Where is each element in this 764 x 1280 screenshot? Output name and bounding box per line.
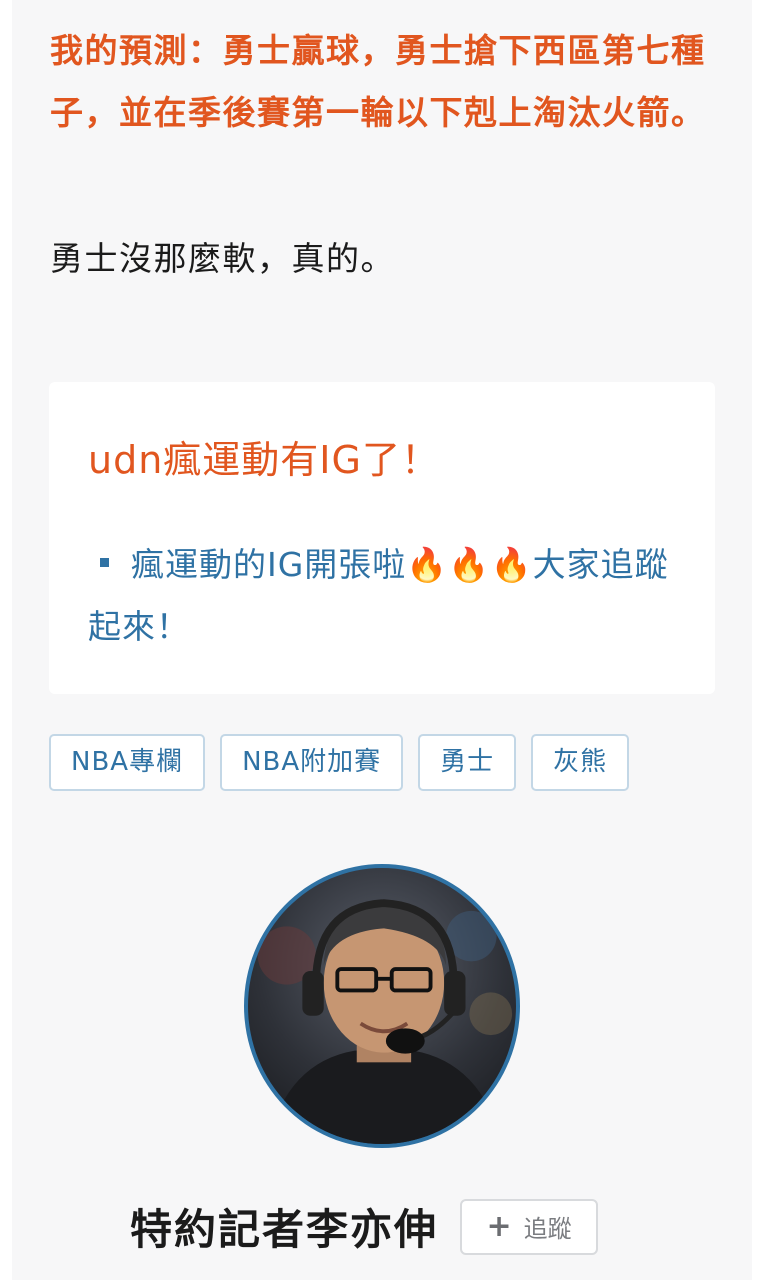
promo-link[interactable]: 瘋運動的IG開張啦🔥🔥🔥大家追蹤起來！ — [88, 534, 688, 658]
tag-nba-play-in[interactable]: NBA附加賽 — [220, 734, 404, 791]
tag-warriors[interactable]: 勇士 — [418, 734, 517, 791]
author-avatar[interactable] — [244, 864, 520, 1148]
plus-icon: + — [486, 1208, 512, 1244]
promo-link-text[interactable]: 瘋運動的IG開張啦🔥🔥🔥大家追蹤起來！ — [88, 545, 669, 646]
instagram-promo-card: udn瘋運動有IG了！ 瘋運動的IG開張啦🔥🔥🔥大家追蹤起來！ — [49, 382, 715, 694]
promo-title: udn瘋運動有IG了！ — [88, 438, 440, 482]
follow-label: 追蹤 — [523, 1215, 572, 1243]
author-row: 特約記者李亦伸 + 追蹤 — [130, 1196, 599, 1257]
avatar-image — [257, 899, 513, 1144]
bullet-icon — [100, 558, 109, 567]
follow-button[interactable]: + 追蹤 — [460, 1198, 599, 1255]
remark-paragraph: 勇士沒那麼軟，真的。 — [50, 239, 395, 278]
tag-nba-column[interactable]: NBA專欄 — [49, 734, 206, 791]
tag-list: NBA專欄 NBA附加賽 勇士 灰熊 — [49, 734, 630, 791]
tag-grizzlies[interactable]: 灰熊 — [531, 734, 630, 791]
prediction-paragraph: 我的預測：勇士贏球，勇士搶下西區第七種子，並在季後賽第一輪以下剋上淘汰火箭。 — [50, 31, 706, 132]
article-page: 我的預測：勇士贏球，勇士搶下西區第七種子，並在季後賽第一輪以下剋上淘汰火箭。 勇… — [12, 0, 752, 1280]
author-name[interactable]: 特約記者李亦伸 — [130, 1196, 438, 1257]
